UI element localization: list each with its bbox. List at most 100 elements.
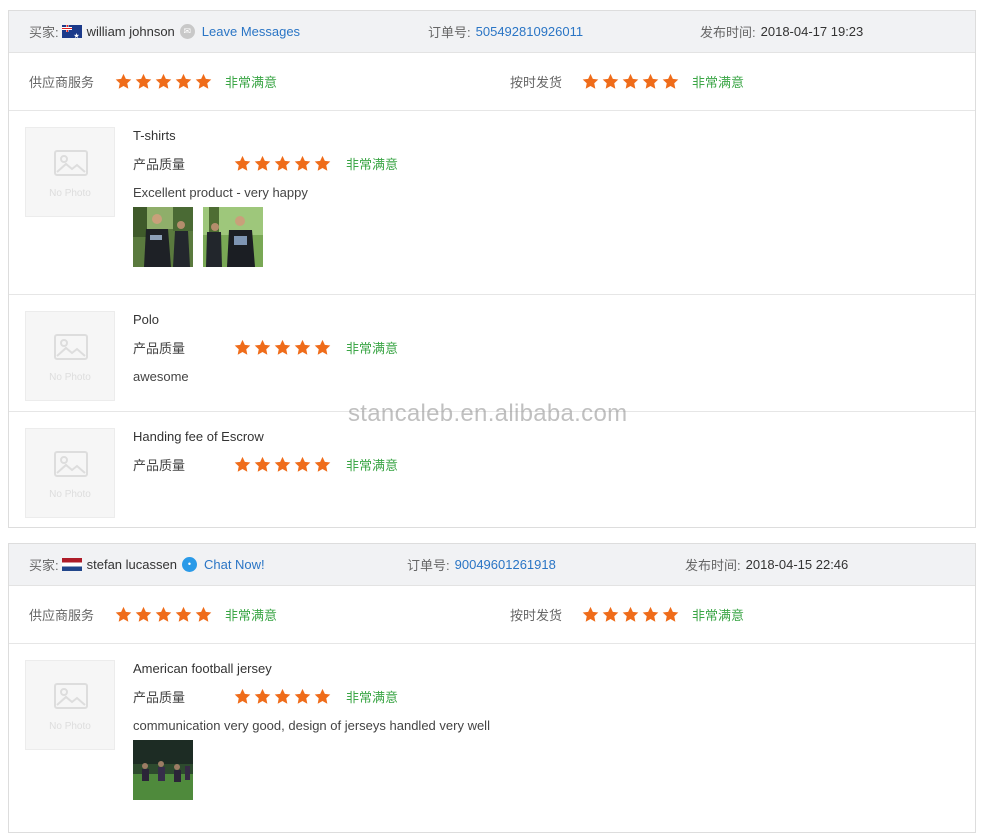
posted-label: 发布时间: <box>700 25 756 40</box>
no-photo-text: No Photo <box>49 372 91 383</box>
star-icon <box>135 606 152 623</box>
star-icon <box>195 606 212 623</box>
product-quality-label: 产品质量 <box>133 156 186 172</box>
star-icon <box>274 155 291 172</box>
no-photo-icon <box>54 683 88 709</box>
order-no-link[interactable]: 505492810926011 <box>476 24 584 39</box>
star-icon <box>622 73 639 90</box>
no-photo-text: No Photo <box>49 721 91 732</box>
product-quality-label: 产品质量 <box>133 457 186 473</box>
review-comment: awesome <box>133 369 189 384</box>
review-item: No Photo American football jersey 产品质量 非… <box>9 644 975 834</box>
star-icon <box>582 606 599 623</box>
order-no-label: 订单号: <box>428 25 471 40</box>
quality-row: 产品质量 非常满意 <box>133 454 398 474</box>
quality-stars <box>234 155 334 172</box>
star-icon <box>622 606 639 623</box>
supplier-service-label: 供应商服务 <box>29 75 95 90</box>
review-item: No Photo Handing fee of Escrow 产品质量 非常满意 <box>9 412 975 528</box>
no-photo-icon <box>54 150 88 176</box>
satisfaction-text: 非常满意 <box>346 689 399 705</box>
satisfaction-text: 非常满意 <box>225 608 278 623</box>
chat-icon[interactable]: • <box>181 557 197 572</box>
star-icon <box>234 155 251 172</box>
review-photo[interactable] <box>203 207 263 267</box>
posted-time: 2018-04-15 22:46 <box>745 557 849 572</box>
star-icon <box>115 73 132 90</box>
buyer-info: 买家: stefan lucassen • Chat Now! <box>29 544 265 585</box>
on-time-delivery-stars <box>582 53 682 110</box>
star-icon <box>254 339 271 356</box>
leave-messages-link[interactable]: Leave Messages <box>202 24 300 39</box>
review-item: No Photo Polo 产品质量 非常满意 awesome <box>9 295 975 412</box>
chat-now-link[interactable]: Chat Now! <box>204 557 265 572</box>
product-thumbnail[interactable]: No Photo <box>25 428 115 518</box>
on-time-delivery-label: 按时发货 <box>510 608 563 623</box>
australia-flag-icon <box>61 25 82 38</box>
star-icon <box>314 688 331 705</box>
product-name: T-shirts <box>133 128 176 143</box>
quality-row: 产品质量 非常满意 <box>133 337 398 357</box>
star-icon <box>254 155 271 172</box>
message-icon[interactable]: ✉ <box>179 24 195 39</box>
posted-time: 2018-04-17 19:23 <box>760 24 864 39</box>
product-thumbnail[interactable]: No Photo <box>25 660 115 750</box>
quality-row: 产品质量 非常满意 <box>133 686 398 706</box>
star-icon <box>642 73 659 90</box>
order-no-link[interactable]: 90049601261918 <box>455 557 556 572</box>
product-name: Polo <box>133 312 160 327</box>
buyer-name: william johnson <box>86 24 175 39</box>
star-icon <box>254 688 271 705</box>
star-icon <box>294 155 311 172</box>
supplier-service-stars <box>115 53 215 110</box>
satisfaction-text: 非常满意 <box>346 156 399 172</box>
star-icon <box>175 73 192 90</box>
star-icon <box>314 155 331 172</box>
order-info: 订单号: 90049601261918 <box>407 544 556 585</box>
star-icon <box>314 339 331 356</box>
supplier-service-label: 供应商服务 <box>29 608 95 623</box>
order-no-label: 订单号: <box>407 558 450 573</box>
service-ratings-row: 供应商服务 非常满意 按时发货 非常满意 <box>9 53 975 111</box>
satisfaction-text: 非常满意 <box>692 75 745 90</box>
buyer-name: stefan lucassen <box>86 557 177 572</box>
quality-row: 产品质量 非常满意 <box>133 153 398 173</box>
no-photo-icon <box>54 451 88 477</box>
review-card: 买家: stefan lucassen • Chat Now! 订单号: 900… <box>8 543 976 833</box>
review-header: 买家: stefan lucassen • Chat Now! 订单号: 900… <box>9 544 975 586</box>
star-icon <box>642 606 659 623</box>
satisfaction-text: 非常满意 <box>225 75 278 90</box>
star-icon <box>274 688 291 705</box>
star-icon <box>582 73 599 90</box>
star-icon <box>115 606 132 623</box>
star-icon <box>234 688 251 705</box>
product-name: American football jersey <box>133 661 272 676</box>
review-item: No Photo T-shirts 产品质量 非常满意 Excellent pr… <box>9 111 975 295</box>
product-name: Handing fee of Escrow <box>133 429 264 444</box>
posted-info: 发布时间: 2018-04-15 22:46 <box>685 544 848 585</box>
product-thumbnail[interactable]: No Photo <box>25 127 115 217</box>
quality-stars <box>234 339 334 356</box>
review-card: 买家: william johnson ✉ Leave Messages 订单号… <box>8 10 976 528</box>
star-icon <box>175 606 192 623</box>
star-icon <box>254 456 271 473</box>
posted-label: 发布时间: <box>685 558 741 573</box>
satisfaction-text: 非常满意 <box>692 608 745 623</box>
review-photo[interactable] <box>133 740 193 800</box>
review-header: 买家: william johnson ✉ Leave Messages 订单号… <box>9 11 975 53</box>
star-icon <box>155 73 172 90</box>
service-ratings-row: 供应商服务 非常满意 按时发货 非常满意 <box>9 586 975 644</box>
quality-stars <box>234 688 334 705</box>
star-icon <box>294 688 311 705</box>
star-icon <box>274 339 291 356</box>
review-photo[interactable] <box>133 207 193 267</box>
star-icon <box>274 456 291 473</box>
star-icon <box>602 73 619 90</box>
no-photo-icon <box>54 334 88 360</box>
star-icon <box>314 456 331 473</box>
buyer-label: 买家: <box>29 25 59 40</box>
no-photo-text: No Photo <box>49 188 91 199</box>
satisfaction-text: 非常满意 <box>346 457 399 473</box>
buyer-label: 买家: <box>29 558 59 573</box>
product-thumbnail[interactable]: No Photo <box>25 311 115 401</box>
